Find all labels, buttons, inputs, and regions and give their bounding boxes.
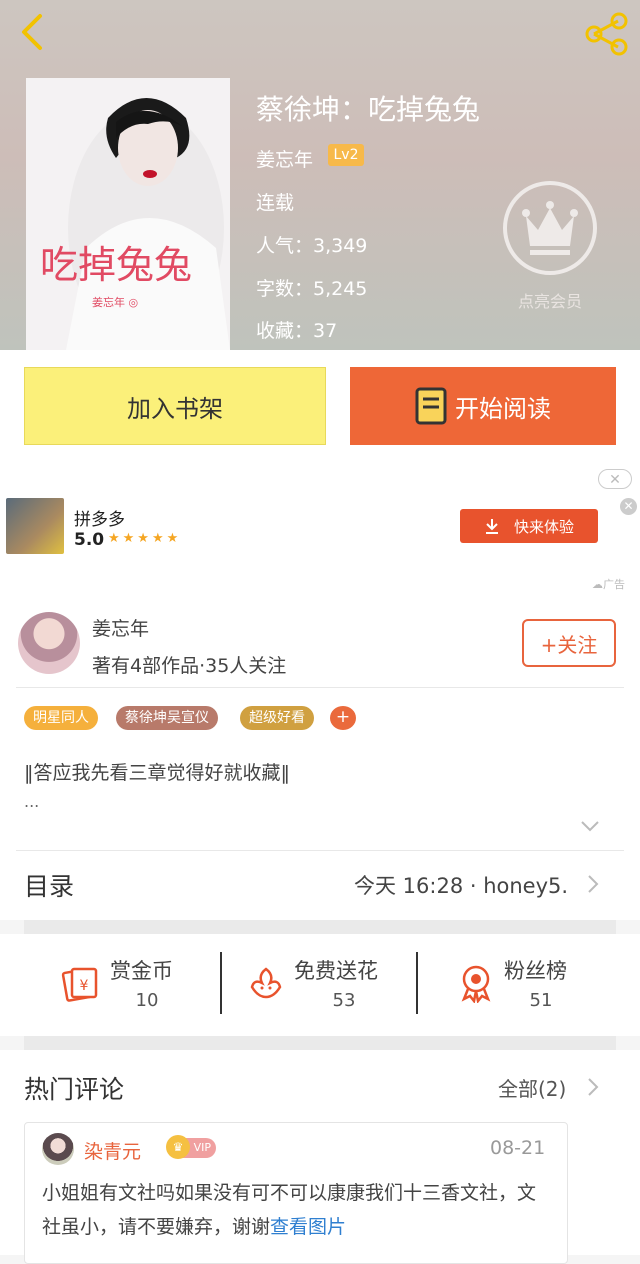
- section-gap: [24, 1036, 616, 1050]
- word-count: 字数：5,245: [256, 278, 368, 300]
- tag-item[interactable]: 明星同人: [24, 706, 98, 730]
- book-icon: [415, 387, 447, 425]
- ad-close-icon[interactable]: ✕: [598, 469, 632, 489]
- stat-value: 53: [332, 990, 356, 1011]
- book-intro: ‖答应我先看三章觉得好就收藏‖: [24, 762, 291, 784]
- comment-date: 08-21: [490, 1137, 546, 1159]
- all-comments-link[interactable]: 全部(2): [498, 1073, 566, 1102]
- tag-item[interactable]: 蔡徐坤吴宣仪: [116, 706, 218, 730]
- start-reading-label: 开始阅读: [455, 394, 551, 423]
- ad-cta-label: 快来体验: [513, 517, 574, 536]
- author-name-link[interactable]: 姜忘年: [256, 145, 313, 172]
- ad-rating: 5.0: [74, 530, 105, 550]
- ad-app-name: 拼多多: [74, 510, 125, 530]
- ad-stars: ★★★★★: [108, 531, 182, 546]
- book-cover[interactable]: 吃掉兔兔 姜忘年 ◎: [26, 78, 230, 350]
- stat-label[interactable]: 粉丝榜: [504, 955, 567, 985]
- medal-icon[interactable]: [456, 963, 496, 1003]
- flower-icon[interactable]: [246, 963, 286, 1003]
- book-title: 蔡徐坤：吃掉兔兔: [256, 93, 481, 126]
- latest-chapter[interactable]: 今天 16:28 · honey5.: [354, 870, 568, 900]
- cover-illustration: 吃掉兔兔 姜忘年 ◎: [26, 78, 230, 350]
- divider: [16, 850, 624, 851]
- stat-label[interactable]: 免费送花: [294, 955, 378, 985]
- comment-text: 小姐姐有文社吗如果没有可不可以康康我们十三香文社，文社虽小，请不要嫌弃，谢谢查看…: [42, 1176, 542, 1244]
- author-stats: 著有4部作品·35人关注: [92, 655, 287, 677]
- share-icon[interactable]: [582, 12, 630, 56]
- comment-user[interactable]: 染青元: [84, 1137, 141, 1164]
- tag-item[interactable]: 超级好看: [240, 706, 314, 730]
- divider: [16, 687, 624, 688]
- divider: [220, 952, 222, 1014]
- svg-text:姜忘年 ◎: 姜忘年 ◎: [92, 295, 138, 309]
- author-name[interactable]: 姜忘年: [92, 614, 149, 641]
- level-badge: Lv2: [328, 144, 364, 166]
- ad-thumbnail[interactable]: [6, 498, 64, 554]
- download-icon: [485, 519, 498, 534]
- crown-badge-icon: ♛: [166, 1135, 190, 1159]
- svg-text:¥: ¥: [80, 978, 89, 994]
- add-tag-button[interactable]: +: [330, 706, 356, 730]
- start-reading-button[interactable]: 开始阅读: [350, 367, 616, 445]
- popularity: 人气：3,349: [256, 235, 368, 257]
- stat-label[interactable]: 赏金币: [110, 955, 173, 985]
- chevron-down-icon[interactable]: [578, 818, 602, 834]
- section-gap: [24, 920, 616, 934]
- follow-button[interactable]: +关注: [522, 619, 616, 667]
- toc-title: 目录: [24, 872, 75, 901]
- stat-value: 51: [529, 990, 553, 1011]
- book-status: 连载: [256, 192, 295, 214]
- ad-cta-button[interactable]: 快来体验: [460, 509, 598, 543]
- avatar[interactable]: [42, 1133, 74, 1165]
- ad-dismiss-icon[interactable]: ✕: [620, 498, 637, 515]
- coin-envelope-icon[interactable]: ¥: [60, 963, 100, 1003]
- avatar[interactable]: [18, 612, 80, 674]
- view-image-link[interactable]: 查看图片: [270, 1216, 346, 1238]
- back-icon[interactable]: [14, 12, 50, 52]
- ad-tag: ☁广告: [592, 578, 625, 591]
- follow-label: +关注: [540, 632, 598, 657]
- comments-title: 热门评论: [24, 1075, 125, 1104]
- intro-ellipsis: ...: [24, 792, 40, 811]
- divider: [416, 952, 418, 1014]
- stat-value: 10: [135, 990, 159, 1011]
- favorites-count: 收藏：37: [256, 320, 338, 342]
- vip-label[interactable]: 点亮会员: [498, 288, 602, 312]
- chevron-right-icon[interactable]: [586, 874, 600, 894]
- chevron-right-icon[interactable]: [586, 1077, 600, 1097]
- add-shelf-button[interactable]: 加入书架: [24, 367, 326, 445]
- svg-text:吃掉兔兔: 吃掉兔兔: [40, 243, 192, 287]
- crown-icon[interactable]: [502, 180, 598, 276]
- add-shelf-label: 加入书架: [127, 394, 223, 423]
